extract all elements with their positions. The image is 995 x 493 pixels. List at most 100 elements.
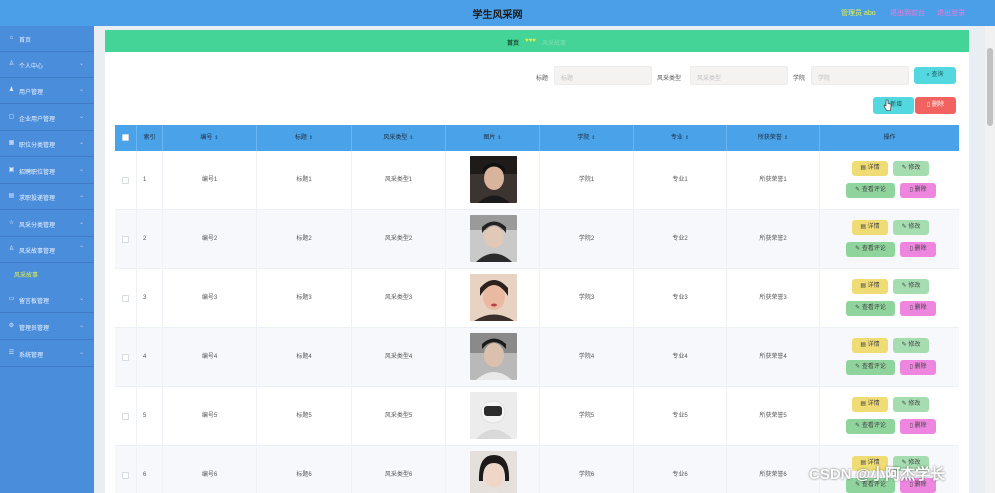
- sort-icon: ⇕: [783, 135, 789, 141]
- sort-icon: ⇕: [214, 135, 219, 141]
- sidebar-subitem-style-stories[interactable]: 风采故事: [14, 270, 38, 279]
- row-checkbox[interactable]: [122, 354, 129, 361]
- cell-title: 标题6: [257, 446, 352, 493]
- row-checkbox[interactable]: [122, 413, 129, 420]
- delete-button[interactable]: ▯ 删除: [900, 360, 936, 375]
- heart-icon: ♥♥♥: [525, 38, 536, 44]
- edit-button[interactable]: ✎ 修改: [893, 279, 929, 294]
- header-honor[interactable]: 所获荣誉 ⇕: [727, 125, 820, 151]
- sidebar-item-users[interactable]: ♟ 用户管理 ⌄: [0, 78, 94, 104]
- main-content: 首页 ♥♥♥ 风采故事 标题 标题 风采类型 风采类型 学院 学院 ⌕ 查询 +…: [105, 30, 969, 493]
- sidebar-item-admins[interactable]: ⚙ 管理员管理 ⌄: [0, 314, 94, 340]
- batch-delete-button[interactable]: ▯ 删除: [915, 97, 956, 114]
- chevron-down-icon: ⌄: [78, 140, 84, 146]
- view-comments-button[interactable]: ✎ 查看评论: [846, 242, 895, 257]
- detail-button[interactable]: ▤ 详情: [852, 397, 888, 412]
- delete-button[interactable]: ▯ 删除: [900, 301, 936, 316]
- delete-button[interactable]: ▯ 删除: [900, 242, 936, 257]
- edit-button[interactable]: ✎ 修改: [893, 338, 929, 353]
- sort-icon: ⇕: [591, 135, 596, 141]
- logout-link[interactable]: 退出登录: [937, 8, 965, 18]
- title-filter-label: 标题: [536, 76, 549, 82]
- chevron-down-icon: ⌄: [78, 193, 84, 199]
- detail-button[interactable]: ▤ 详情: [852, 161, 888, 176]
- sidebar-item-label: 留言板管理: [19, 299, 50, 305]
- cell-honor: 所获荣誉6: [727, 446, 820, 493]
- message-icon: ▭: [8, 296, 15, 302]
- header-title[interactable]: 标题 ⇕: [257, 125, 352, 151]
- edit-button[interactable]: ✎ 修改: [893, 397, 929, 412]
- view-comments-button[interactable]: ✎ 查看评论: [846, 360, 895, 375]
- row-checkbox[interactable]: [122, 236, 129, 243]
- vertical-scrollbar[interactable]: [985, 26, 995, 493]
- add-button[interactable]: + 新增: [873, 97, 914, 114]
- sidebar-item-applications[interactable]: ▤ 求职投递管理 ⌄: [0, 184, 94, 210]
- view-comments-button[interactable]: ✎ 查看评论: [846, 419, 895, 434]
- table-row: 4 编号4 标题4 风采类型4 学院4 专业4 所获荣誉4 ▤ 详情 ✎ 修改 …: [115, 328, 959, 387]
- document-icon: ▤: [8, 193, 15, 199]
- chevron-down-icon: ⌄: [78, 220, 84, 226]
- sidebar-item-job-categories[interactable]: ▦ 职位分类管理 ⌄: [0, 131, 94, 157]
- table-row: 3 编号3 标题3 风采类型3 学院3 专业3 所获荣誉3 ▤ 详情 ✎ 修改 …: [115, 269, 959, 328]
- edit-icon: ✎: [855, 187, 862, 193]
- detail-button[interactable]: ▤ 详情: [852, 338, 888, 353]
- cell-code: 编号3: [163, 269, 257, 328]
- cell-honor: 所获荣誉2: [727, 210, 820, 269]
- sidebar-item-style-stories[interactable]: ♙ 风采故事管理 ⌃: [0, 237, 94, 263]
- scrollbar-thumb[interactable]: [987, 48, 993, 126]
- detail-button[interactable]: ▤ 详情: [852, 279, 888, 294]
- header-image[interactable]: 图片 ⇕: [446, 125, 540, 151]
- sidebar-item-job-postings[interactable]: ▣ 招聘职位管理 ⌄: [0, 158, 94, 184]
- delete-button[interactable]: ▯ 删除: [900, 419, 936, 434]
- breadcrumb-current: 风采故事: [542, 41, 567, 47]
- grid-icon: ▦: [8, 140, 15, 146]
- detail-button[interactable]: ▤ 详情: [852, 220, 888, 235]
- type-filter-label: 风采类型: [657, 76, 682, 82]
- sidebar-item-company-users[interactable]: ▢ 企业用户管理 ⌄: [0, 105, 94, 131]
- college-filter-input[interactable]: 学院: [811, 66, 909, 85]
- edit-icon: ✎: [855, 423, 862, 429]
- cell-code: 编号4: [163, 328, 257, 387]
- type-filter-input[interactable]: 风采类型: [690, 66, 788, 85]
- header-type[interactable]: 风采类型 ⇕: [352, 125, 446, 151]
- sidebar-item-label: 风采分类管理: [19, 223, 56, 229]
- top-bar: 学生风采网 管理员 abo 退出到前台 退出登录: [0, 0, 995, 26]
- cell-major: 专业1: [634, 151, 727, 210]
- cell-title: 标题4: [257, 328, 352, 387]
- header-college[interactable]: 学院 ⇕: [540, 125, 634, 151]
- sidebar-item-message-board[interactable]: ▭ 留言板管理 ⌄: [0, 287, 94, 313]
- sort-icon: ⇕: [497, 135, 502, 141]
- cell-actions: [820, 269, 959, 328]
- edit-icon: ✎: [855, 246, 862, 252]
- chevron-down-icon: ⌄: [78, 350, 84, 356]
- header-major[interactable]: 专业 ⇕: [634, 125, 727, 151]
- star-icon: ☆: [8, 220, 15, 226]
- view-comments-button[interactable]: ✎ 查看评论: [846, 183, 895, 198]
- cell-college: 学院4: [540, 328, 634, 387]
- sidebar: ⌂ 首页 ♙ 个人中心 ⌄ ♟ 用户管理 ⌄ ▢ 企业用户管理 ⌄ ▦ 职位分类…: [0, 26, 94, 493]
- delete-button[interactable]: ▯ 删除: [900, 183, 936, 198]
- view-comments-button[interactable]: ✎ 查看评论: [846, 301, 895, 316]
- detail-icon: ▤: [860, 165, 868, 171]
- row-checkbox[interactable]: [122, 295, 129, 302]
- row-checkbox[interactable]: [122, 472, 129, 479]
- edit-button[interactable]: ✎ 修改: [893, 220, 929, 235]
- cell-type: 风采类型1: [352, 151, 446, 210]
- sidebar-item-profile[interactable]: ♙ 个人中心 ⌄: [0, 52, 94, 78]
- breadcrumb-home[interactable]: 首页: [507, 38, 519, 47]
- row-checkbox[interactable]: [122, 177, 129, 184]
- table-row: 5 编号5 标题5 风采类型5 学院5 专业5 所获荣誉5 ▤ 详情 ✎ 修改 …: [115, 387, 959, 446]
- sidebar-item-system[interactable]: ☰ 系统管理 ⌄: [0, 341, 94, 367]
- back-to-front-link[interactable]: 退出到前台: [890, 8, 925, 18]
- title-filter-input[interactable]: 标题: [554, 66, 652, 85]
- header-actions: 操作: [883, 135, 896, 141]
- edit-button[interactable]: ✎ 修改: [893, 161, 929, 176]
- select-all-checkbox[interactable]: [122, 134, 129, 141]
- header-code[interactable]: 编号 ⇕: [163, 125, 257, 151]
- cell-code: 编号2: [163, 210, 257, 269]
- student-photo: [470, 451, 517, 493]
- search-button[interactable]: ⌕ 查询: [914, 67, 956, 84]
- cell-code: 编号1: [163, 151, 257, 210]
- sidebar-item-style-categories[interactable]: ☆ 风采分类管理 ⌄: [0, 211, 94, 237]
- sidebar-item-home[interactable]: ⌂ 首页: [0, 26, 94, 52]
